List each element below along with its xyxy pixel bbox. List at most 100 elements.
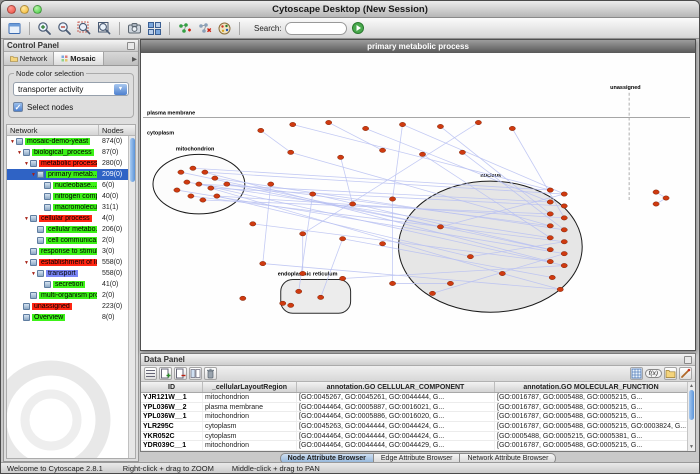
- select-attributes-icon[interactable]: [144, 367, 157, 380]
- column-header[interactable]: _cellularLayoutRegion: [203, 382, 297, 392]
- create-attribute-icon[interactable]: [159, 367, 172, 380]
- network-node[interactable]: [447, 281, 453, 285]
- network-node[interactable]: [437, 124, 443, 128]
- column-header[interactable]: ID: [141, 382, 203, 392]
- network-view-titlebar[interactable]: primary metabolic process: [141, 40, 695, 53]
- tree-column-network[interactable]: Network: [7, 125, 99, 135]
- tree-item[interactable]: nitrogen compo...40(0): [7, 191, 135, 202]
- tree-item[interactable]: Overview8(0): [7, 312, 135, 323]
- node-color-dropdown[interactable]: transporter activity ▼: [13, 82, 129, 96]
- zoom-out-icon[interactable]: [56, 20, 73, 37]
- network-edge[interactable]: [329, 123, 383, 151]
- network-node[interactable]: [190, 166, 196, 170]
- network-node[interactable]: [429, 291, 435, 295]
- tree-item[interactable]: ▼biological_process87(0): [7, 147, 135, 158]
- network-node[interactable]: [509, 126, 515, 130]
- network-node[interactable]: [300, 271, 306, 275]
- tree-item[interactable]: ▼metabolic process280(0): [7, 158, 135, 169]
- network-node[interactable]: [188, 194, 194, 198]
- tree-item[interactable]: ▼transport558(0): [7, 268, 135, 279]
- zoom-selected-icon[interactable]: [76, 20, 93, 37]
- network-canvas[interactable]: plasma membrane cytoplasm mitochondrion …: [141, 53, 695, 350]
- network-node[interactable]: [419, 152, 425, 156]
- tree-scrollbar[interactable]: [128, 136, 135, 458]
- network-node[interactable]: [549, 275, 555, 279]
- tree-item[interactable]: cell communica...2(0): [7, 235, 135, 246]
- network-node[interactable]: [663, 196, 669, 200]
- network-node[interactable]: [288, 150, 294, 154]
- network-node[interactable]: [310, 192, 316, 196]
- tab-network[interactable]: Network: [4, 52, 54, 65]
- network-node[interactable]: [214, 194, 220, 198]
- network-node[interactable]: [547, 188, 553, 192]
- tree-item[interactable]: ▼primary metab...209(0): [7, 169, 135, 180]
- network-node[interactable]: [379, 242, 385, 246]
- table-row[interactable]: YLR295Ccytoplasm[GO:0045263, GO:0044444,…: [141, 422, 695, 432]
- network-node[interactable]: [300, 232, 306, 236]
- tree-item[interactable]: ▼mosaic-demo-yeast874(0): [7, 136, 135, 147]
- network-node[interactable]: [547, 259, 553, 263]
- function-builder-icon[interactable]: f(x): [645, 369, 662, 378]
- network-node[interactable]: [561, 216, 567, 220]
- tree-item[interactable]: ▼establishment of lo...558(0): [7, 257, 135, 268]
- tree-expander-icon[interactable]: ▼: [30, 271, 37, 277]
- tree-scrollbar-thumb[interactable]: [130, 138, 135, 182]
- network-node[interactable]: [338, 155, 344, 159]
- network-node[interactable]: [547, 247, 553, 251]
- new-network-icon[interactable]: [176, 20, 193, 37]
- network-node[interactable]: [250, 222, 256, 226]
- float-panel-icon[interactable]: [684, 356, 692, 364]
- network-node[interactable]: [653, 202, 659, 206]
- network-node[interactable]: [547, 212, 553, 216]
- network-node[interactable]: [178, 170, 184, 174]
- network-node[interactable]: [196, 182, 202, 186]
- tree-item[interactable]: nucleobase...6(0): [7, 180, 135, 191]
- tree-expander-icon[interactable]: ▼: [16, 150, 23, 156]
- search-go-icon[interactable]: [350, 20, 367, 37]
- network-node[interactable]: [389, 197, 395, 201]
- tree-item[interactable]: ▼cellular process4(0): [7, 213, 135, 224]
- tab-mosaic[interactable]: Mosaic: [54, 52, 104, 65]
- network-node[interactable]: [212, 176, 218, 180]
- network-node[interactable]: [437, 225, 443, 229]
- network-node[interactable]: [202, 170, 208, 174]
- snapshot-icon[interactable]: [126, 20, 143, 37]
- float-panel-icon[interactable]: [127, 42, 135, 50]
- network-node[interactable]: [268, 182, 274, 186]
- network-node[interactable]: [350, 202, 356, 206]
- table-scrollbar[interactable]: ▲ ▼: [687, 382, 695, 451]
- network-node[interactable]: [547, 224, 553, 228]
- network-node[interactable]: [561, 240, 567, 244]
- tree-expander-icon[interactable]: ▼: [23, 216, 30, 222]
- network-edge[interactable]: [261, 130, 291, 152]
- tree-expander-icon[interactable]: ▼: [30, 172, 37, 178]
- zoom-in-icon[interactable]: [36, 20, 53, 37]
- network-node[interactable]: [557, 287, 563, 291]
- network-node[interactable]: [379, 148, 385, 152]
- network-node[interactable]: [363, 126, 369, 130]
- table-row[interactable]: YPL036W__2plasma membrane[GO:0044464, GO…: [141, 403, 695, 413]
- network-node[interactable]: [547, 200, 553, 204]
- network-node[interactable]: [326, 120, 332, 124]
- tree-item[interactable]: macromolecule...31(1): [7, 202, 135, 213]
- network-node[interactable]: [467, 254, 473, 258]
- table-row[interactable]: YKR052Ccytoplasm[GO:0044464, GO:0044444,…: [141, 432, 695, 442]
- tree-item[interactable]: multi-organism pro...2(0): [7, 290, 135, 301]
- column-header[interactable]: annotation.GO CELLULAR_COMPONENT: [297, 382, 495, 392]
- network-node[interactable]: [561, 228, 567, 232]
- network-node[interactable]: [340, 237, 346, 241]
- network-edge[interactable]: [263, 184, 271, 263]
- network-node[interactable]: [258, 128, 264, 132]
- scroll-up-icon[interactable]: ▲: [688, 383, 695, 389]
- column-header[interactable]: annotation.GO MOLECULAR_FUNCTION: [495, 382, 688, 392]
- tree-expander-icon[interactable]: ▼: [23, 260, 30, 266]
- tree-item[interactable]: unassigned223(0): [7, 301, 135, 312]
- fit-content-icon[interactable]: [96, 20, 113, 37]
- format-icon[interactable]: [679, 367, 692, 380]
- network-node[interactable]: [475, 120, 481, 124]
- tree-expander-icon[interactable]: ▼: [23, 161, 30, 167]
- vizmapper-icon[interactable]: [216, 20, 233, 37]
- edit-attribute-icon[interactable]: [189, 367, 202, 380]
- import-icon[interactable]: [664, 367, 677, 380]
- table-row[interactable]: YDR039C__1mitochondrion[GO:0044464, GO:0…: [141, 441, 695, 451]
